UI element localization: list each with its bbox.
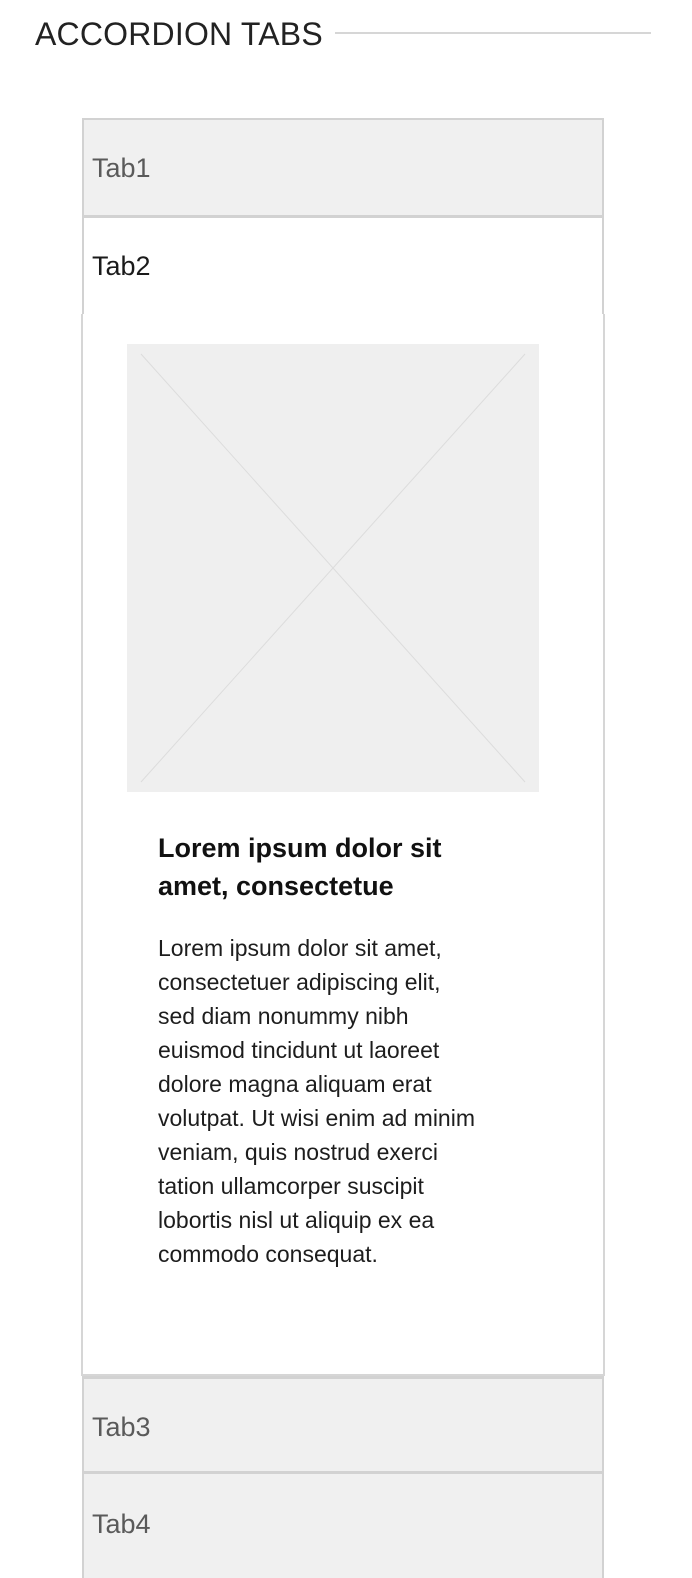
placeholder-cross-graphic [140,353,526,783]
tab-1[interactable]: Tab1 [82,118,604,218]
section-header: ACCORDION TABS [35,14,651,54]
tab-3[interactable]: Tab3 [82,1376,604,1474]
accordion: Tab1 Tab2 Lorem ipsum dolor sit amet, co… [81,118,605,1578]
tab-panel: Lorem ipsum dolor sit amet, consectetue … [81,314,605,1376]
panel-heading: Lorem ipsum dolor sit amet, consectetue [158,833,442,901]
tab-2[interactable]: Tab2 [82,218,604,314]
panel-body-text: Lorem ipsum dolor sit amet, consectetuer… [158,935,475,1267]
image-placeholder-icon [127,344,539,792]
section-divider [335,32,651,34]
tab-label: Tab1 [92,153,151,183]
section-title: ACCORDION TABS [35,16,323,52]
tab-4[interactable]: Tab4 [82,1474,604,1578]
tab-label: Tab2 [92,251,151,281]
tab-label: Tab3 [92,1412,151,1442]
tab-label: Tab4 [92,1509,151,1539]
